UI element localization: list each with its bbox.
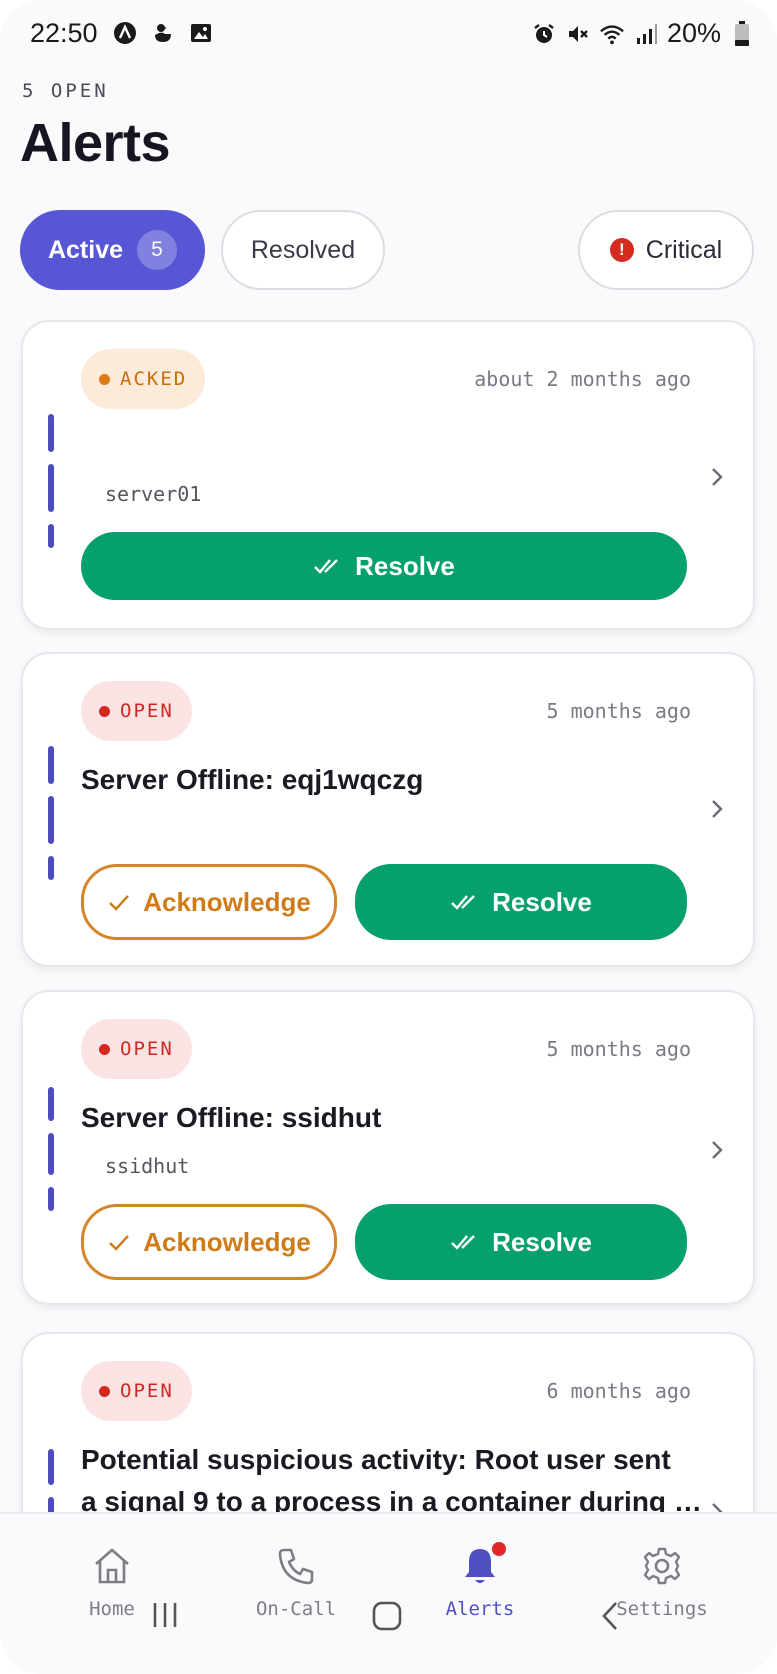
system-navigation: [0, 1600, 777, 1660]
image-icon: [188, 20, 214, 46]
status-badge-label: OPEN: [120, 1038, 174, 1060]
filter-critical-chip[interactable]: ! Critical: [578, 210, 754, 290]
alert-accent-bar: [48, 1087, 54, 1211]
home-button-icon[interactable]: [371, 1600, 403, 1632]
signal-icon: [633, 21, 659, 47]
double-check-icon: [451, 1235, 475, 1250]
filter-active-count: 5: [137, 230, 178, 270]
alert-time: about 2 months ago: [474, 367, 691, 391]
app-screen: 22:50 20% 5 OPEN Alerts Active 5 Resolve…: [0, 0, 777, 1674]
phone-icon: [278, 1548, 314, 1585]
open-count-label: 5 OPEN: [22, 80, 109, 102]
status-dot: [99, 705, 110, 717]
back-icon[interactable]: [598, 1600, 622, 1632]
status-badge: ACKED: [81, 349, 206, 409]
duck-icon: [150, 20, 176, 46]
alert-host: server01: [105, 482, 202, 506]
check-icon: [109, 895, 130, 911]
alert-title: Server Offline: eqj1wqczg: [81, 764, 424, 795]
status-badge-label: OPEN: [120, 1380, 174, 1402]
filter-resolved-label: Resolved: [250, 235, 356, 264]
acknowledge-button-label: Acknowledge: [143, 1226, 311, 1257]
alert-time: 5 months ago: [546, 699, 692, 723]
battery-percent: 20%: [666, 18, 721, 48]
status-badge: OPEN: [81, 681, 192, 741]
double-check-icon: [314, 559, 338, 574]
page-title: Alerts: [20, 113, 171, 173]
alert-title: Potential suspicious activity: Root user…: [81, 1439, 721, 1523]
chevron-right-icon: [712, 1141, 723, 1159]
filter-active-label: Active: [47, 235, 124, 264]
status-badge-label: ACKED: [120, 368, 188, 390]
resolve-button-label: Resolve: [355, 550, 455, 581]
status-left-icons: [112, 20, 214, 46]
status-badge-label: OPEN: [120, 700, 174, 722]
recent-apps-icon[interactable]: [150, 1600, 180, 1630]
gear-icon: [643, 1547, 681, 1585]
alert-card[interactable]: OPEN 5 months ago Server Offline: eqj1wq…: [21, 652, 755, 967]
status-right-icons: 20%: [531, 18, 755, 49]
alert-accent-bar: [48, 414, 54, 548]
alert-host: ssidhut: [105, 1154, 190, 1178]
resolve-button-label: Resolve: [492, 1226, 592, 1257]
filter-critical-label: Critical: [645, 235, 723, 264]
filter-resolved-chip[interactable]: Resolved: [221, 210, 385, 290]
status-dot: [99, 1385, 110, 1397]
alert-time: 5 months ago: [546, 1037, 692, 1061]
double-check-icon: [451, 895, 475, 910]
status-time: 22:50: [30, 18, 98, 48]
acknowledge-button[interactable]: Acknowledge: [81, 864, 337, 940]
resolve-button[interactable]: Resolve: [355, 864, 687, 940]
status-badge: OPEN: [81, 1361, 192, 1421]
check-icon: [109, 1235, 130, 1251]
status-dot: [99, 1043, 110, 1055]
home-icon: [95, 1548, 129, 1584]
resolve-button[interactable]: Resolve: [81, 532, 687, 600]
resolve-button-label: Resolve: [492, 886, 592, 917]
notification-dot: [492, 1542, 506, 1556]
critical-alert-icon: !: [609, 238, 634, 262]
bell-icon: [458, 1542, 506, 1588]
alert-time: 6 months ago: [546, 1379, 692, 1403]
alert-title: Server Offline: ssidhut: [81, 1102, 382, 1133]
alert-card[interactable]: ACKED about 2 months ago server01 Resolv…: [21, 320, 755, 630]
chevron-right-icon: [712, 800, 723, 818]
status-dot: [99, 373, 110, 385]
resolve-button[interactable]: Resolve: [355, 1204, 687, 1280]
mute-icon: [565, 21, 591, 47]
alert-card[interactable]: OPEN 5 months ago Server Offline: ssidhu…: [21, 990, 755, 1305]
filter-active-chip[interactable]: Active 5: [20, 210, 205, 290]
acknowledge-button[interactable]: Acknowledge: [81, 1204, 337, 1280]
wifi-icon: [599, 21, 625, 47]
acknowledge-button-label: Acknowledge: [143, 886, 311, 917]
app-a-icon: [112, 20, 138, 46]
alert-title-line: Potential suspicious activity: Root user…: [81, 1444, 671, 1475]
status-bar: 22:50 20%: [0, 0, 777, 70]
alert-accent-bar: [48, 746, 54, 880]
battery-icon: [729, 20, 755, 47]
chevron-right-icon: [712, 468, 723, 486]
alarm-icon: [531, 21, 557, 47]
status-badge: OPEN: [81, 1019, 192, 1079]
